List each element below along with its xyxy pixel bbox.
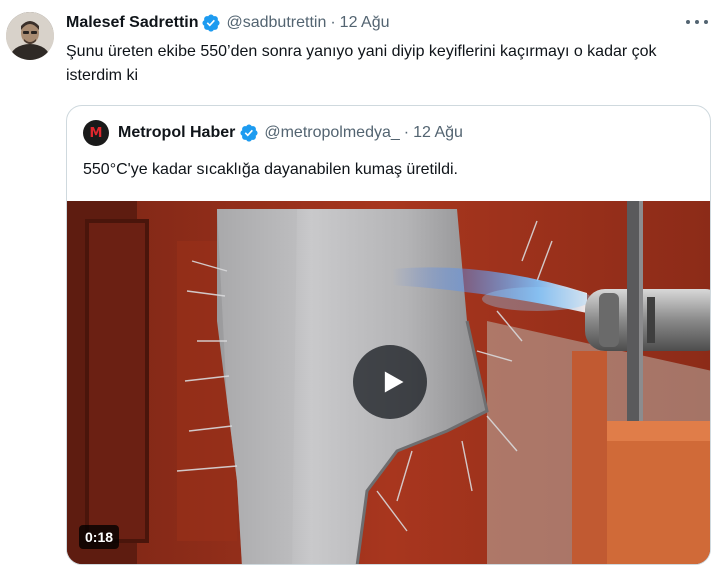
separator-dot: · [403, 124, 410, 141]
quoted-tweet-text: 550°C'ye kadar sıcaklığa dayanabilen kum… [83, 161, 458, 178]
tweet-header: Malesef Sadrettin @sadbutrettin · 12 Ağu [66, 12, 390, 34]
quoted-tweet-header: M Metropol Haber @metropolmedya_ · 12 Ağ… [83, 120, 463, 146]
play-button[interactable] [353, 345, 427, 419]
tweet-date[interactable]: 12 Ağu [340, 14, 390, 32]
separator-dot: · [330, 14, 336, 31]
author-name[interactable]: Malesef Sadrettin [66, 14, 198, 32]
author-handle[interactable]: @sadbutrettin [226, 14, 326, 32]
quoted-tweet[interactable]: M Metropol Haber @metropolmedya_ · 12 Ağ… [66, 105, 711, 565]
verified-badge-icon [239, 123, 259, 143]
video-duration: 0:18 [79, 525, 120, 549]
quoted-tweet-date[interactable]: 12 Ağu [413, 124, 463, 142]
tweet[interactable]: Malesef Sadrettin @sadbutrettin · 12 Ağu… [0, 0, 722, 567]
tweet-text: Şunu üreten ekibe 550’den sonra yanıyo y… [66, 43, 657, 84]
more-options-icon[interactable] [686, 14, 708, 30]
quoted-author-handle[interactable]: @metropolmedya_ [264, 124, 399, 142]
quoted-author-avatar[interactable]: M [83, 120, 109, 146]
video-player[interactable]: 0:18 [67, 201, 710, 564]
play-icon [384, 371, 403, 393]
quoted-author-name[interactable]: Metropol Haber [118, 124, 235, 142]
verified-badge-icon [201, 13, 221, 33]
metropol-logo-icon: M [89, 125, 103, 141]
author-avatar[interactable] [6, 12, 54, 60]
avatar-image [6, 12, 54, 60]
